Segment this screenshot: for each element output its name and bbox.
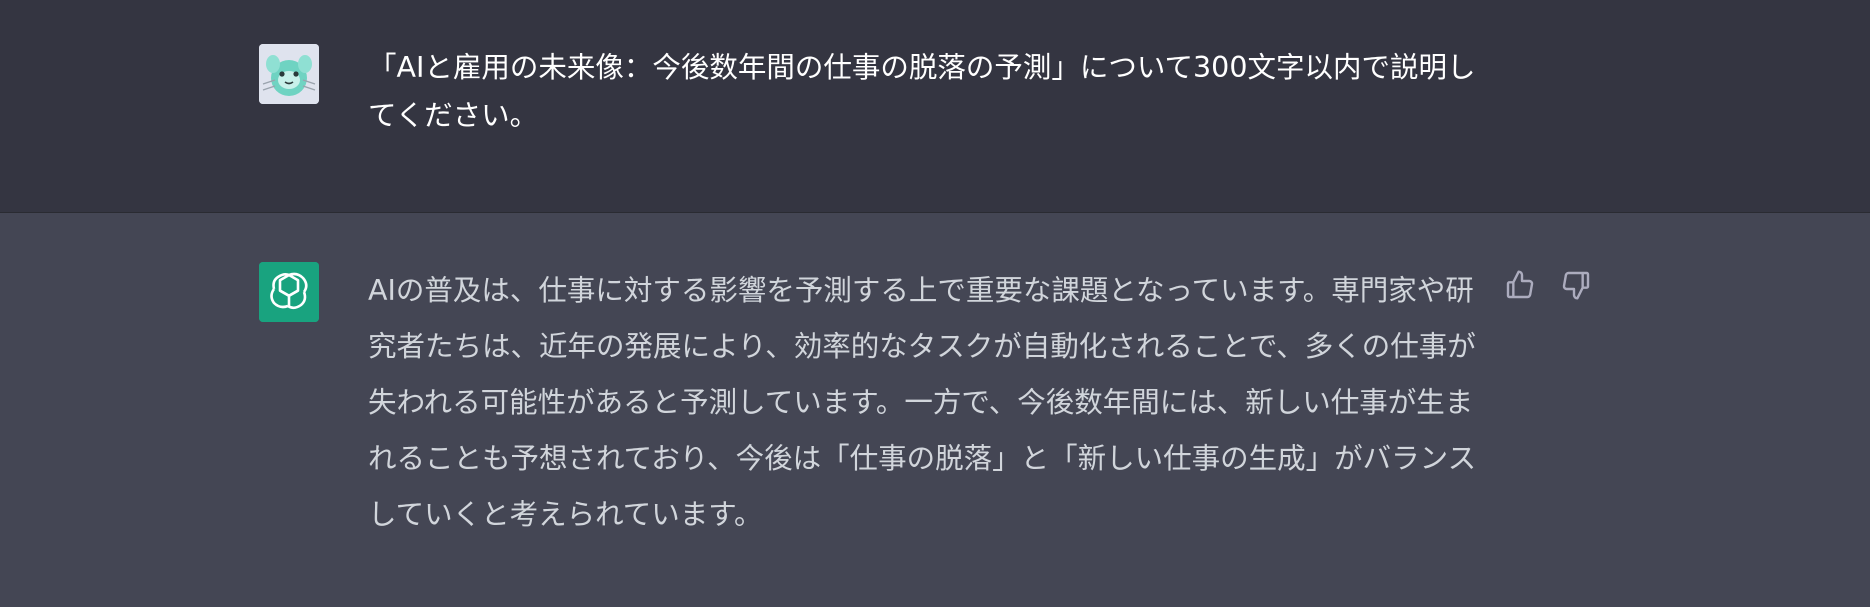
feedback-buttons: [1503, 268, 1593, 302]
openai-logo-icon: [259, 262, 319, 322]
user-message: 「AIと雇用の未来像：今後数年間の仕事の脱落の予測」について300文字以内で説明…: [0, 0, 1870, 213]
assistant-message: AIの普及は、仕事に対する影響を予測する上で重要な課題となっています。専門家や研…: [0, 214, 1870, 607]
assistant-message-text: AIの普及は、仕事に対する影響を予測する上で重要な課題となっています。専門家や研…: [368, 274, 1477, 531]
thumbs-up-button[interactable]: [1503, 268, 1537, 302]
thumbs-down-button[interactable]: [1559, 268, 1593, 302]
user-avatar-icon: [259, 44, 319, 104]
thumbs-up-icon: [1506, 270, 1534, 299]
conversation-thread: 「AIと雇用の未来像：今後数年間の仕事の脱落の予測」について300文字以内で説明…: [0, 0, 1870, 607]
user-avatar: [259, 44, 319, 104]
thumbs-down-icon: [1562, 271, 1590, 300]
assistant-avatar: [259, 262, 319, 322]
user-message-text: 「AIと雇用の未来像：今後数年間の仕事の脱落の予測」について300文字以内で説明…: [368, 51, 1476, 132]
